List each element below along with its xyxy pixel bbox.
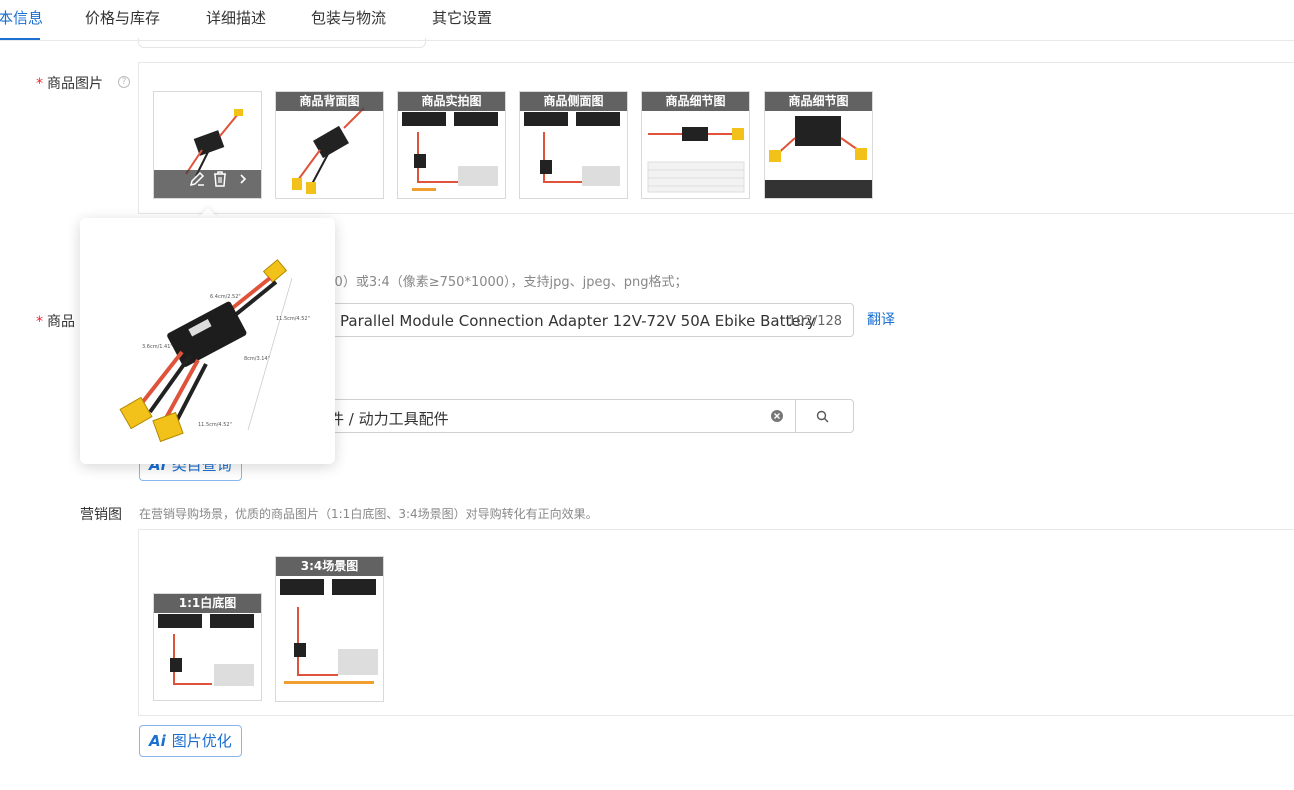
dimension-label: 3.6cm/1.41"	[142, 344, 173, 350]
thumb-caption: 商品侧面图	[520, 92, 627, 111]
delete-icon[interactable]	[211, 170, 229, 188]
image-optimize-button[interactable]: Ai 图片优化	[139, 725, 242, 757]
thumb-toolbar	[154, 170, 261, 198]
marketing-images-hint: 在营销导购场景，优质的商品图片（1:1白底图、3:4场景图）对导购转化有正向效果…	[139, 507, 598, 521]
edit-icon[interactable]	[188, 170, 206, 188]
tab-basic-info[interactable]: 本信息	[0, 7, 43, 28]
product-image-thumb[interactable]: 商品细节图	[764, 91, 873, 199]
product-title-input[interactable]: Parallel Module Connection Adapter 12V-7…	[300, 303, 854, 337]
product-image-thumb[interactable]: 商品背面图	[275, 91, 384, 199]
category-select[interactable]: 件 / 动力工具配件	[300, 399, 854, 433]
dimension-label: 11.5cm/4.52"	[198, 422, 232, 428]
previous-field-edge	[138, 38, 426, 48]
marketing-images-panel: 1:1白底图 3:4场景图	[138, 529, 1294, 716]
tab-price-stock[interactable]: 价格与库存	[85, 7, 160, 28]
thumb-caption: 3:4场景图	[276, 557, 383, 576]
divider	[795, 400, 796, 432]
product-images-panel: 商品背面图 商品实拍图 商品侧面图 商品细节图 商品细节图	[138, 62, 1294, 214]
dimension-label: 8cm/3.14"	[244, 356, 270, 362]
translate-link[interactable]: 翻译	[867, 309, 895, 329]
thumb-caption: 商品细节图	[642, 92, 749, 111]
product-image-thumb[interactable]: 商品实拍图	[397, 91, 506, 199]
tab-packaging[interactable]: 包装与物流	[311, 7, 386, 28]
active-tab-indicator	[0, 38, 40, 40]
product-image-thumb[interactable]: 商品侧面图	[519, 91, 628, 199]
marketing-image-thumb[interactable]: 1:1白底图	[153, 593, 262, 701]
marketing-images-label: 营销图	[80, 507, 122, 523]
title-char-counter: 102/128	[788, 314, 843, 329]
product-image-thumb[interactable]	[153, 91, 262, 199]
product-images-label: * 商品图片	[36, 76, 103, 92]
product-title-value: Parallel Module Connection Adapter 12V-7…	[340, 312, 816, 330]
marketing-image-thumb[interactable]: 3:4场景图	[275, 556, 384, 702]
product-image-thumb[interactable]: 商品细节图	[641, 91, 750, 199]
thumb-caption: 商品实拍图	[398, 92, 505, 111]
clear-circle-icon[interactable]	[770, 409, 784, 423]
thumb-caption: 商品细节图	[765, 92, 872, 111]
thumb-caption: 1:1白底图	[154, 594, 261, 613]
product-title-label: * 商品	[36, 314, 75, 330]
thumb-caption: 商品背面图	[276, 92, 383, 111]
chevron-right-icon[interactable]	[234, 170, 252, 188]
image-preview-popup: 6.4cm/2.52" 11.5cm/4.52" 3.6cm/1.41" 8cm…	[80, 218, 335, 464]
tab-other-settings[interactable]: 其它设置	[432, 7, 492, 28]
tab-bar: 本信息 价格与库存 详细描述 包装与物流 其它设置	[0, 0, 1294, 41]
dimension-label: 6.4cm/2.52"	[210, 294, 241, 300]
question-circle-icon[interactable]: ?	[118, 76, 130, 88]
product-images-hint: 800）或3:4（像素≥750*1000），支持jpg、jpeg、png格式；	[318, 275, 688, 290]
tab-description[interactable]: 详细描述	[206, 7, 266, 28]
dimension-label: 11.5cm/4.52"	[276, 316, 310, 322]
category-value: 件 / 动力工具配件	[329, 410, 449, 428]
search-icon[interactable]	[816, 410, 829, 423]
